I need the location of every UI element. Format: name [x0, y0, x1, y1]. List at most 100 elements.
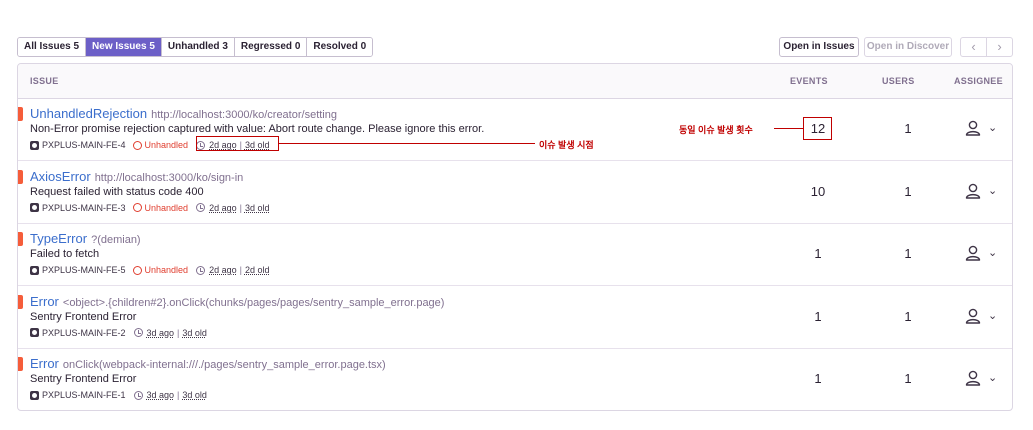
issue-location: <object>.{children#2}.onClick(chunks/pag…: [62, 296, 445, 309]
issue-meta: PXPLUS-MAIN-FE-1 3d ago | 3d old: [30, 389, 207, 401]
first-seen[interactable]: 3d old: [245, 203, 270, 213]
issue-title[interactable]: Error onClick(webpack-internal:///./pages…: [30, 355, 386, 373]
users-count: 1: [904, 246, 912, 261]
chevron-down-icon: ⌄: [988, 247, 998, 259]
level-indicator: [18, 357, 23, 371]
issue-message: Request failed with status code 400: [30, 185, 204, 198]
project-short-id[interactable]: PXPLUS-MAIN-FE-2: [42, 328, 126, 338]
assignee-selector[interactable]: ⌄: [964, 369, 1002, 389]
event-count-connector: [774, 128, 803, 129]
last-seen[interactable]: 3d ago: [147, 390, 175, 400]
open-in-discover-button[interactable]: Open in Discover: [864, 37, 952, 57]
events-count: 1: [814, 371, 822, 386]
tab-resolved[interactable]: Resolved 0: [307, 38, 373, 56]
project-short-id[interactable]: PXPLUS-MAIN-FE-3: [42, 203, 126, 213]
first-seen[interactable]: 3d old: [182, 328, 207, 338]
occurred-time-annotation: 이슈 발생 시점: [539, 140, 594, 150]
tab-unhandled[interactable]: Unhandled 3: [161, 38, 235, 56]
last-seen[interactable]: 3d ago: [147, 328, 175, 338]
issue-location: ?(demian): [91, 234, 141, 246]
assignee-selector[interactable]: ⌄: [964, 307, 1002, 327]
issue-message: Non-Error promise rejection captured wit…: [30, 123, 485, 135]
issue-title[interactable]: AxiosError http://localhost:3000/ko/sign-…: [30, 168, 243, 186]
column-issue: ISSUE: [30, 76, 59, 86]
prev-page-button[interactable]: ‹: [961, 38, 987, 56]
level-indicator: [18, 294, 23, 309]
level-indicator: [18, 107, 23, 121]
assignee-selector[interactable]: ⌄: [964, 119, 1002, 139]
issue-row[interactable]: AxiosError http://localhost:3000/ko/sign-…: [18, 162, 1012, 224]
user-icon: [965, 120, 981, 136]
user-icon: [965, 308, 981, 324]
issue-time: 3d ago | 3d old: [133, 390, 207, 400]
tab-new-issues[interactable]: New Issues 5: [86, 38, 162, 56]
first-seen[interactable]: 3d old: [182, 390, 207, 400]
issues-panel: ISSUE EVENTS USERS ASSIGNEE UnhandledRej…: [17, 63, 1013, 411]
level-indicator: [18, 169, 23, 184]
issue-type-link[interactable]: Error: [30, 294, 59, 309]
project-short-id[interactable]: PXPLUS-MAIN-FE-1: [42, 390, 126, 400]
issue-row[interactable]: Error onClick(webpack-internal:///./pages…: [18, 349, 1012, 410]
issue-location: http://localhost:3000/ko/sign-in: [94, 171, 244, 184]
open-in-issues-button[interactable]: Open in Issues: [779, 37, 859, 57]
issue-row[interactable]: TypeError ?(demian) Failed to fetch PXPLU…: [18, 224, 1012, 286]
issue-type-link[interactable]: TypeError: [30, 231, 87, 246]
time-separator: |: [239, 265, 242, 275]
next-page-button[interactable]: ›: [987, 38, 1012, 56]
time-separator: |: [239, 202, 242, 213]
unhandled-icon: [132, 203, 142, 212]
unhandled-icon: [132, 140, 142, 150]
project-icon: [30, 390, 39, 400]
assignee-selector[interactable]: ⌄: [964, 244, 1002, 264]
issue-time: 2d ago | 3d old: [196, 203, 269, 213]
clock-icon: [196, 203, 206, 212]
event-count-highlight: [803, 117, 832, 140]
issue-title[interactable]: TypeError ?(demian): [30, 230, 141, 248]
issue-meta: PXPLUS-MAIN-FE-3 Unhandled 2d ago | 3d o…: [30, 202, 269, 214]
user-icon: [965, 245, 981, 261]
toolbar: All Issues 5 New Issues 5 Unhandled 3 Re…: [17, 37, 1013, 57]
project-icon: [30, 265, 39, 275]
user-icon: [965, 370, 981, 386]
issue-type-link[interactable]: AxiosError: [30, 169, 91, 184]
issue-title[interactable]: UnhandledRejection http://localhost:3000/…: [30, 105, 337, 123]
project-icon: [30, 203, 39, 212]
first-seen[interactable]: 2d old: [245, 265, 270, 275]
clock-icon: [196, 265, 206, 275]
issue-row[interactable]: UnhandledRejection http://localhost:3000/…: [18, 99, 1012, 161]
event-count-annotation: 동일 이슈 발생 횟수: [679, 125, 753, 135]
column-users: USERS: [882, 76, 915, 86]
project-short-id[interactable]: PXPLUS-MAIN-FE-5: [42, 265, 126, 275]
project-short-id[interactable]: PXPLUS-MAIN-FE-4: [42, 140, 126, 150]
issue-time: 3d ago | 3d old: [133, 328, 207, 338]
user-icon: [965, 183, 981, 199]
issue-location: http://localhost:3000/ko/creator/setting: [151, 109, 337, 121]
issue-type-link[interactable]: UnhandledRejection: [30, 106, 147, 121]
issue-title[interactable]: Error <object>.{children#2}.onClick(chunk…: [30, 293, 444, 311]
tab-regressed[interactable]: Regressed 0: [234, 38, 308, 56]
issue-message: Failed to fetch: [30, 248, 100, 260]
occurred-time-connector: [279, 143, 535, 144]
table-header: ISSUE EVENTS USERS ASSIGNEE: [18, 64, 1012, 99]
issue-message: Sentry Frontend Error: [30, 310, 137, 323]
issue-row[interactable]: Error <object>.{children#2}.onClick(chunk…: [18, 287, 1012, 349]
issue-message: Sentry Frontend Error: [30, 373, 137, 385]
issue-type-link[interactable]: Error: [30, 356, 59, 371]
unhandled-badge: Unhandled: [132, 265, 188, 275]
clock-icon: [133, 328, 143, 337]
last-seen[interactable]: 2d ago: [209, 203, 237, 213]
unhandled-icon: [132, 265, 142, 275]
project-icon: [30, 328, 39, 337]
chevron-down-icon: ⌄: [988, 309, 998, 322]
chevron-down-icon: ⌄: [988, 122, 998, 134]
tab-all-issues[interactable]: All Issues 5: [18, 38, 87, 56]
events-count: 10: [810, 183, 826, 199]
assignee-selector[interactable]: ⌄: [964, 182, 1002, 202]
column-events: EVENTS: [790, 76, 828, 86]
users-count: 1: [904, 183, 912, 199]
last-seen[interactable]: 2d ago: [209, 265, 237, 275]
users-count: 1: [904, 371, 912, 386]
clock-icon: [133, 390, 143, 400]
level-indicator: [18, 232, 23, 246]
time-separator: |: [177, 390, 180, 400]
